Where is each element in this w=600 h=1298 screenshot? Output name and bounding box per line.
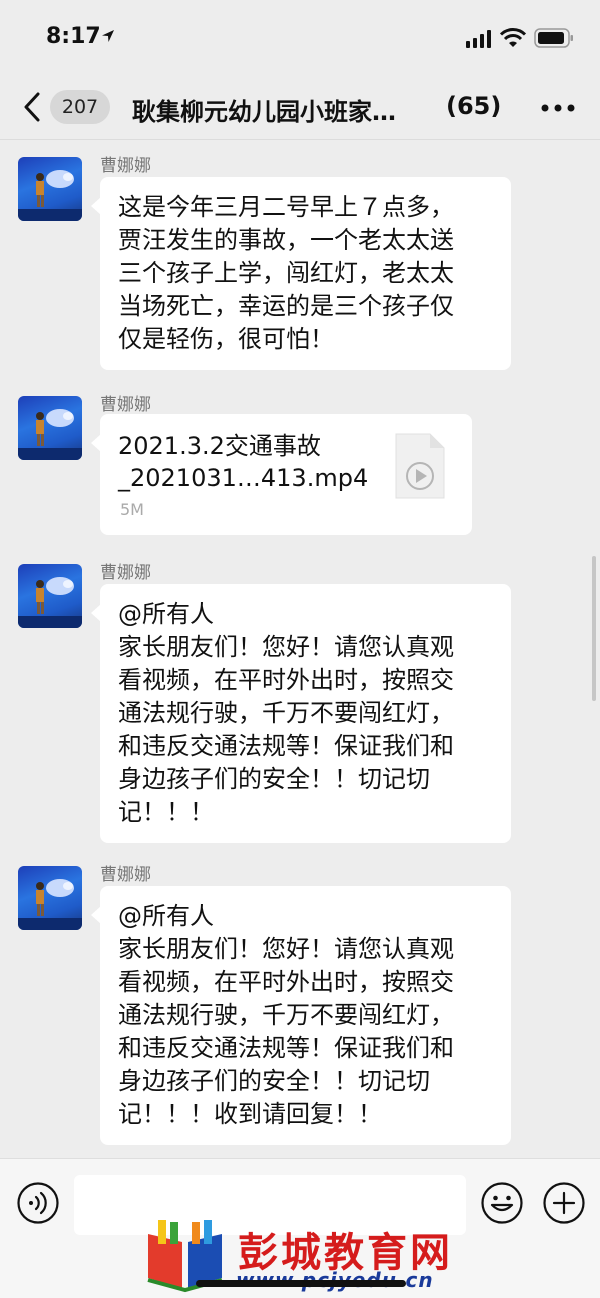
avatar[interactable] bbox=[18, 157, 82, 221]
status-bar: 8:17 bbox=[0, 0, 600, 78]
chat-message-list[interactable]: 曹娜娜 这是今年三月二号早上７点多， 贾汪发生的事故，一个老太太送 三个孩子上学… bbox=[0, 141, 600, 1158]
message-text: @所有人 家长朋友们！您好！请您认真观 看视频，在平时外出时，按照交 通法规行驶… bbox=[118, 902, 454, 1128]
unread-count-badge[interactable]: 207 bbox=[50, 90, 110, 124]
sender-name: 曹娜娜 bbox=[100, 395, 151, 415]
chat-nav-bar: 207 耿集柳元幼儿园小班家… (65) bbox=[0, 78, 600, 140]
message-bubble[interactable]: 这是今年三月二号早上７点多， 贾汪发生的事故，一个老太太送 三个孩子上学，闯红灯… bbox=[91, 177, 511, 370]
message-bubble[interactable]: @所有人 家长朋友们！您好！请您认真观 看视频，在平时外出时，按照交 通法规行驶… bbox=[91, 886, 511, 1145]
more-dots-icon[interactable] bbox=[540, 103, 576, 113]
file-message-bubble[interactable]: 2021.3.2交通事故 _2021031…413.mp4 5M bbox=[91, 414, 472, 535]
avatar[interactable] bbox=[18, 396, 82, 460]
status-time: 8:17 bbox=[46, 24, 101, 49]
chat-title: 耿集柳元幼儿园小班家… bbox=[132, 98, 396, 126]
avatar[interactable] bbox=[18, 564, 82, 628]
voice-icon[interactable] bbox=[16, 1181, 60, 1225]
avatar[interactable] bbox=[18, 866, 82, 930]
video-file-icon bbox=[395, 433, 445, 499]
scrollbar[interactable] bbox=[592, 556, 596, 701]
cellular-signal-icon bbox=[466, 30, 491, 48]
chevron-left-icon[interactable] bbox=[20, 90, 46, 124]
location-arrow-icon bbox=[102, 30, 114, 42]
file-size: 5M bbox=[120, 500, 144, 519]
battery-icon bbox=[534, 28, 573, 48]
home-indicator[interactable] bbox=[196, 1280, 406, 1287]
wifi-icon bbox=[500, 28, 526, 47]
plus-icon[interactable] bbox=[542, 1181, 586, 1225]
message-text: 这是今年三月二号早上７点多， 贾汪发生的事故，一个老太太送 三个孩子上学，闯红灯… bbox=[118, 193, 454, 353]
sender-name: 曹娜娜 bbox=[100, 865, 151, 885]
sender-name: 曹娜娜 bbox=[100, 156, 151, 176]
message-text: @所有人 家长朋友们！您好！请您认真观 看视频，在平时外出时，按照交 通法规行驶… bbox=[118, 600, 454, 826]
file-name: 2021.3.2交通事故 _2021031…413.mp4 bbox=[118, 432, 369, 492]
member-count: (65) bbox=[446, 92, 502, 120]
emoji-icon[interactable] bbox=[480, 1181, 524, 1225]
message-bubble[interactable]: @所有人 家长朋友们！您好！请您认真观 看视频，在平时外出时，按照交 通法规行驶… bbox=[91, 584, 511, 843]
sender-name: 曹娜娜 bbox=[100, 563, 151, 583]
